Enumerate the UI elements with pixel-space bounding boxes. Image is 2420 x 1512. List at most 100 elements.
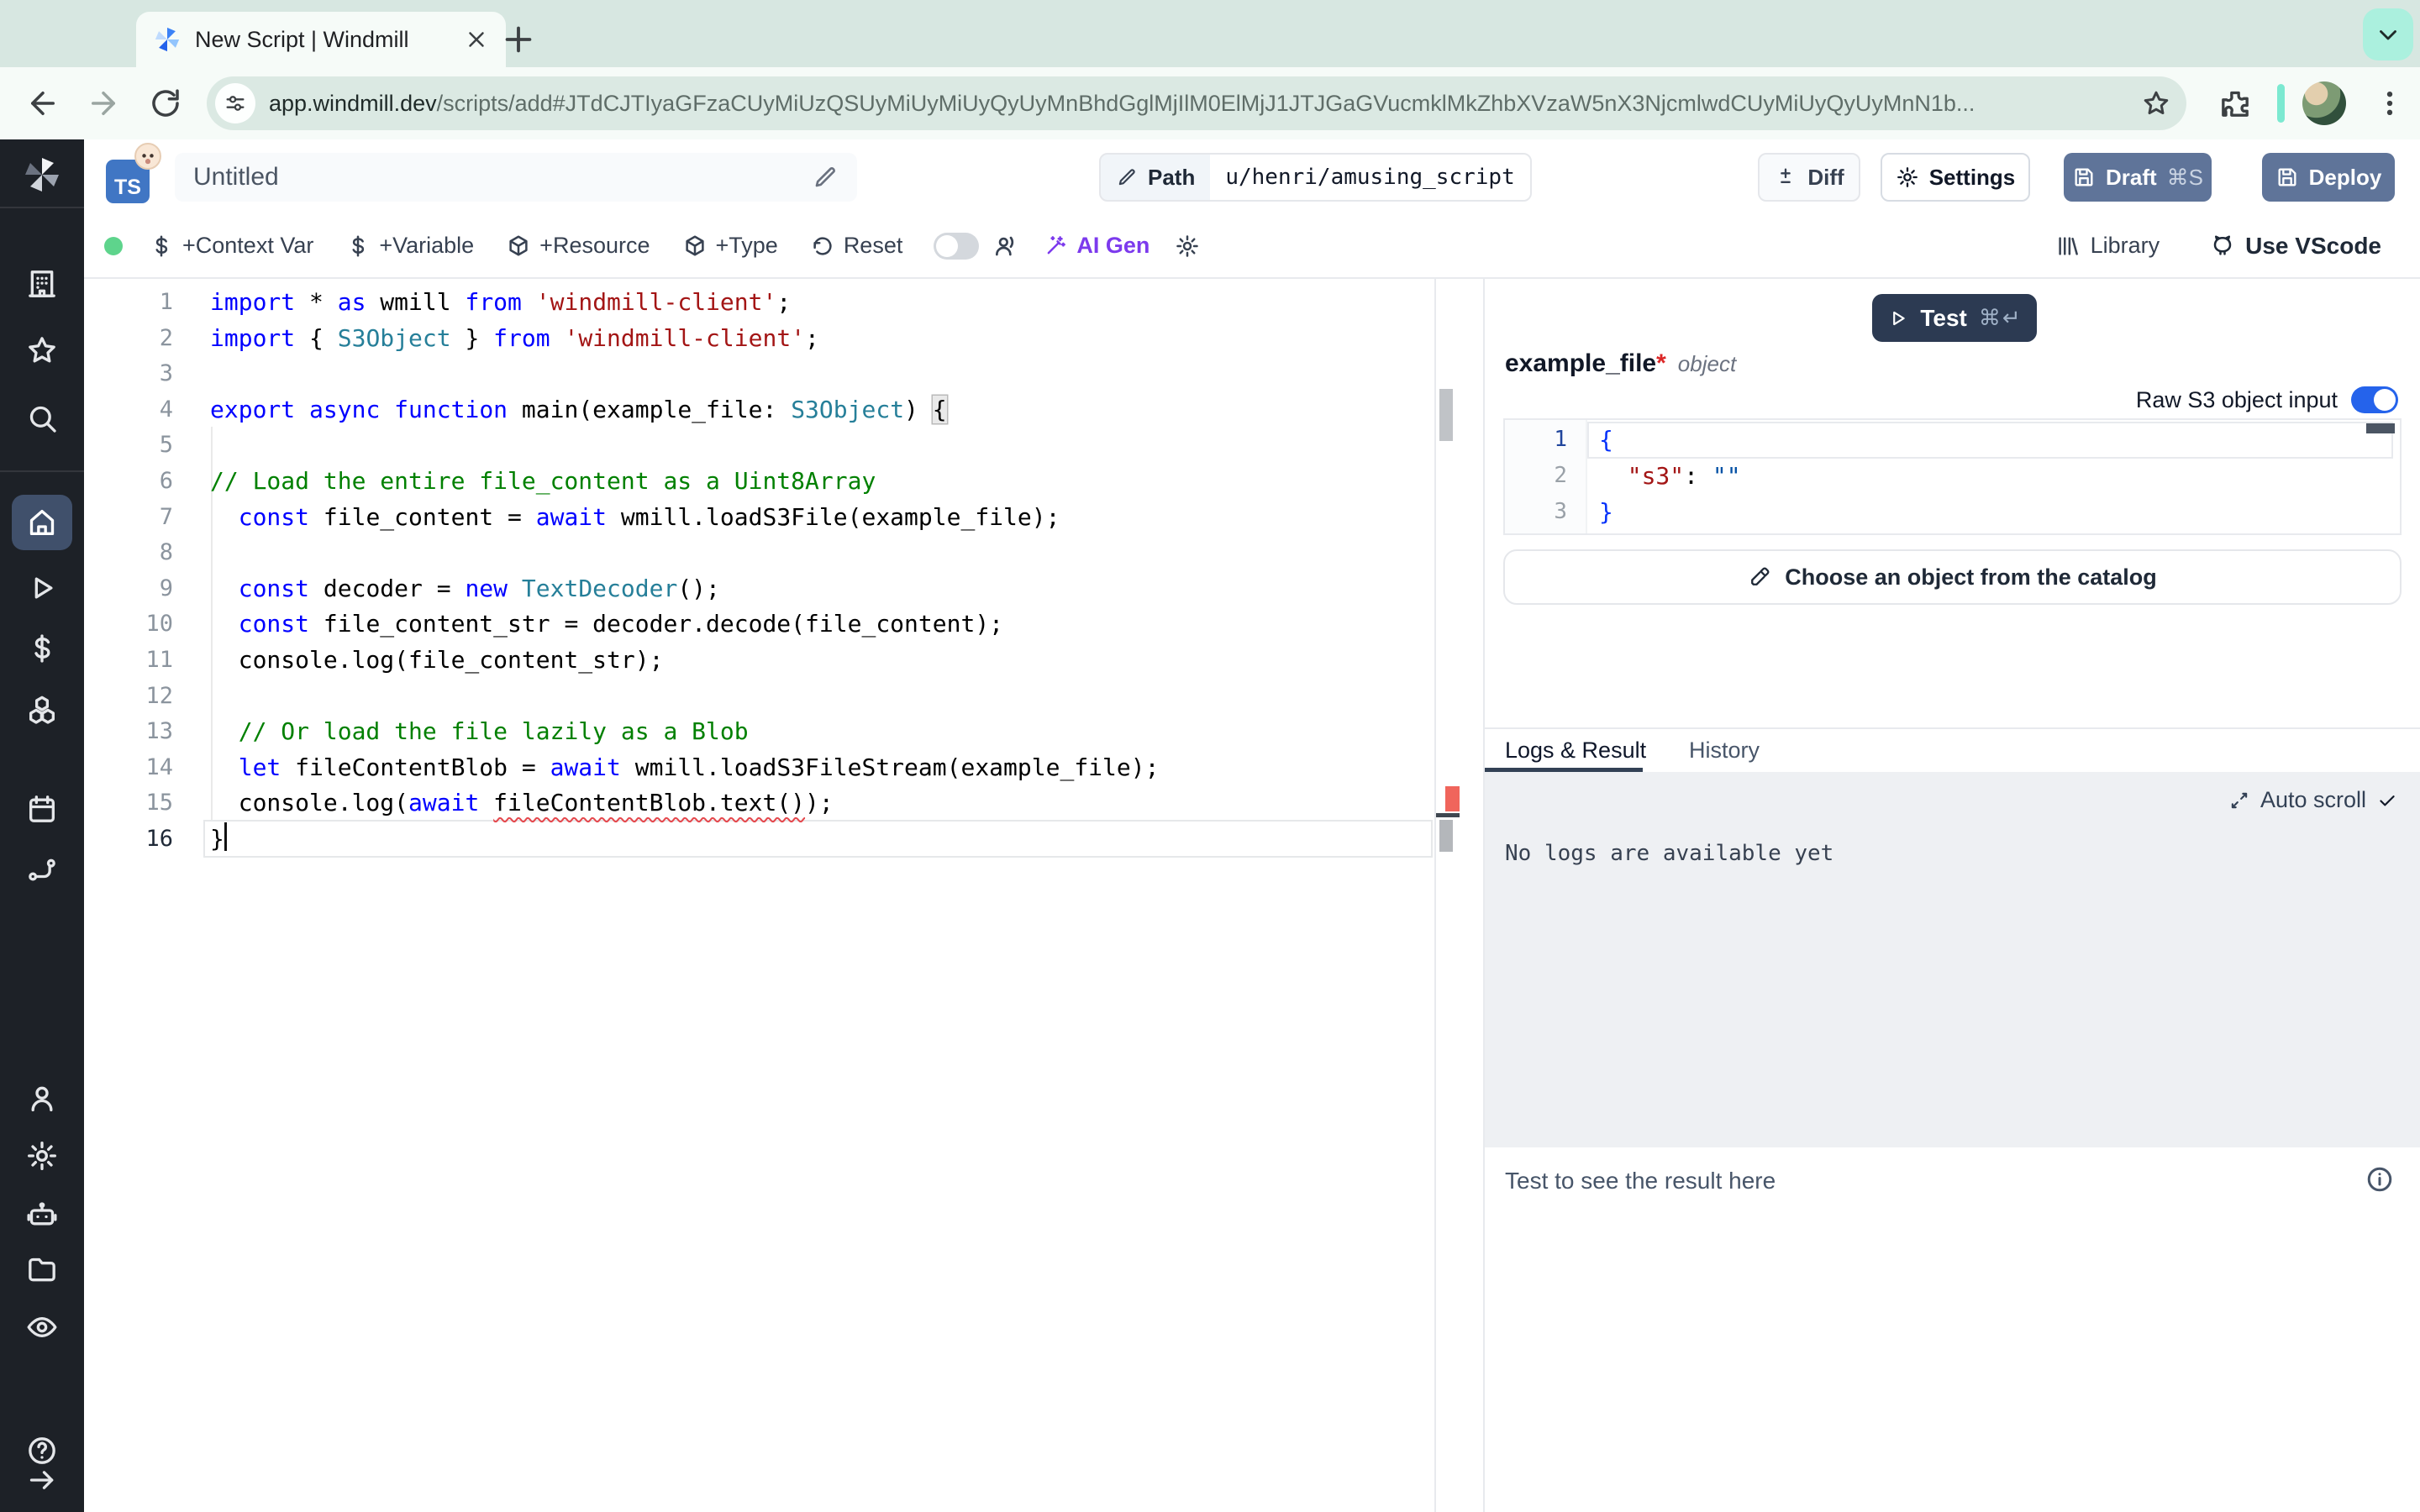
- profile-avatar[interactable]: [2302, 81, 2346, 125]
- package-icon: [682, 234, 708, 259]
- sidebar-divider: [0, 207, 84, 208]
- library-button[interactable]: Library: [2055, 233, 2160, 259]
- pipette-icon: [1748, 565, 1771, 589]
- line-number: 7: [84, 499, 173, 535]
- home-icon: [25, 506, 59, 539]
- editor-settings-gear-icon[interactable]: [1175, 234, 1200, 259]
- windmill-logo[interactable]: [22, 155, 62, 195]
- browser-tab-strip: New Script | Windmill: [0, 0, 2420, 67]
- toolbar-button-type[interactable]: +Type: [666, 233, 794, 259]
- browser-tab[interactable]: New Script | Windmill: [136, 12, 506, 67]
- line-number: 2: [1505, 458, 1567, 494]
- sidebar-item-flow[interactable]: [25, 853, 59, 887]
- sidebar-item-eye[interactable]: [25, 1310, 59, 1344]
- settings-button[interactable]: Settings: [1881, 153, 2030, 202]
- reload-button[interactable]: [148, 86, 183, 121]
- multiplayer-toggle[interactable]: [934, 233, 979, 260]
- sidebar-item-search[interactable]: [25, 402, 59, 435]
- refresh-icon: [810, 234, 835, 259]
- code-line: import * as wmill from 'windmill-client'…: [210, 284, 791, 320]
- toolbar-separator: [2277, 84, 2285, 123]
- sidebar-divider: [0, 470, 84, 472]
- windmill-script-editor-window: New Script | Windmill app.windmill.dev/s…: [0, 0, 2420, 1512]
- app-sidebar: [0, 139, 84, 1512]
- sidebar-item-dollar[interactable]: [25, 632, 59, 665]
- use-vscode-button[interactable]: Use VScode: [2210, 233, 2381, 260]
- deploy-button[interactable]: Deploy: [2262, 153, 2395, 202]
- sidebar-item-help[interactable]: [25, 1434, 59, 1467]
- code-editor[interactable]: 1 import * as wmill from 'windmill-client…: [84, 279, 1460, 1512]
- info-icon[interactable]: [2365, 1164, 2395, 1194]
- json-scrollbar[interactable]: [2366, 423, 2395, 433]
- line-number: 3: [84, 355, 173, 391]
- editor-overview-ruler[interactable]: [1434, 279, 1460, 1512]
- sidebar-item-cubes[interactable]: [25, 693, 59, 727]
- line-number: 13: [84, 713, 173, 749]
- sidebar-item-arrow-right[interactable]: [25, 1463, 59, 1497]
- sidebar-item-robot[interactable]: [25, 1198, 59, 1231]
- toolbar-button-context-var[interactable]: +Context Var: [133, 233, 329, 259]
- code-line: let fileContentBlob = await wmill.loadS3…: [210, 749, 1159, 785]
- check-icon: [2376, 790, 2398, 811]
- bookmark-star-icon[interactable]: [2141, 88, 2171, 118]
- scrollbar-thumb[interactable]: [1439, 389, 1453, 441]
- argument-type: object: [1678, 351, 1736, 377]
- tab-logs-result[interactable]: Logs & Result: [1505, 729, 1646, 772]
- line-number: 1: [1505, 422, 1567, 458]
- result-tabs: Logs & Result History: [1485, 729, 2420, 772]
- new-tab-button[interactable]: [499, 20, 538, 59]
- code-line: }: [210, 821, 227, 857]
- line-number: 15: [84, 785, 173, 821]
- code-line: const decoder = new TextDecoder();: [210, 570, 720, 606]
- test-button[interactable]: Test ⌘↵: [1872, 294, 2037, 342]
- script-title: Untitled: [193, 163, 279, 192]
- sidebar-item-home[interactable]: [12, 495, 72, 550]
- tab-history[interactable]: History: [1689, 729, 1760, 772]
- path-chip[interactable]: Path u/henri/amusing_script: [1099, 153, 1532, 202]
- script-header: TS Untitled Path u/henri/amusing_script …: [84, 139, 2420, 216]
- path-value: u/henri/amusing_script: [1210, 155, 1529, 200]
- sidebar-item-gear[interactable]: [25, 1139, 59, 1173]
- cursor-line-marker: [1436, 813, 1460, 817]
- required-asterisk: *: [1656, 349, 1666, 378]
- browser-toolbar: app.windmill.dev/scripts/add#JTdCJTIyaGF…: [0, 67, 2420, 139]
- status-dot: [104, 237, 123, 255]
- tab-close-icon[interactable]: [464, 27, 489, 52]
- sidebar-item-star[interactable]: [25, 333, 59, 367]
- back-button[interactable]: [25, 86, 60, 121]
- code-line: "s3": "": [1599, 458, 1741, 494]
- code-line: const file_content = await wmill.loadS3F…: [210, 499, 1060, 535]
- json-arg-editor[interactable]: 1{2 "s3": ""3}: [1503, 418, 2402, 535]
- sidebar-item-building[interactable]: [25, 267, 59, 301]
- sidebar-item-person[interactable]: [25, 1082, 59, 1116]
- no-logs-message: No logs are available yet: [1505, 841, 1833, 866]
- toolbar-button-variable[interactable]: +Variable: [329, 233, 490, 259]
- edit-title-pencil-icon[interactable]: [812, 164, 839, 191]
- users-icon: [992, 233, 1019, 260]
- forward-button[interactable]: [86, 86, 121, 121]
- line-number: 4: [84, 391, 173, 428]
- url-bar[interactable]: app.windmill.dev/scripts/add#JTdCJTIyaGF…: [207, 76, 2186, 130]
- result-placeholder: Test to see the result here: [1505, 1168, 1776, 1194]
- window-control-button[interactable]: [2363, 8, 2413, 60]
- extensions-icon[interactable]: [2218, 87, 2252, 120]
- auto-scroll-control[interactable]: Auto scroll: [2228, 787, 2398, 813]
- browser-menu-icon[interactable]: [2373, 87, 2407, 120]
- diff-icon: [1774, 165, 1797, 189]
- code-line: console.log(await fileContentBlob.text()…: [210, 785, 834, 821]
- toolbar-button-resource[interactable]: +Resource: [490, 233, 666, 259]
- script-title-input[interactable]: Untitled: [175, 153, 857, 202]
- sidebar-item-play[interactable]: [25, 571, 59, 605]
- ai-gen-button[interactable]: AI Gen: [1043, 233, 1150, 259]
- site-settings-button[interactable]: [215, 83, 255, 123]
- test-shortcut: ⌘↵: [1979, 305, 2023, 331]
- draft-button[interactable]: Draft ⌘S: [2064, 153, 2212, 202]
- diff-button[interactable]: Diff: [1758, 153, 1860, 202]
- toolbar-button-reset[interactable]: Reset: [794, 233, 919, 259]
- expand-icon[interactable]: [2228, 790, 2250, 811]
- sidebar-item-calendar[interactable]: [25, 792, 59, 826]
- raw-s3-toggle[interactable]: [2351, 386, 2398, 413]
- sidebar-item-folder[interactable]: [25, 1253, 59, 1287]
- line-number: 1: [84, 284, 173, 320]
- choose-object-button[interactable]: Choose an object from the catalog: [1503, 549, 2402, 605]
